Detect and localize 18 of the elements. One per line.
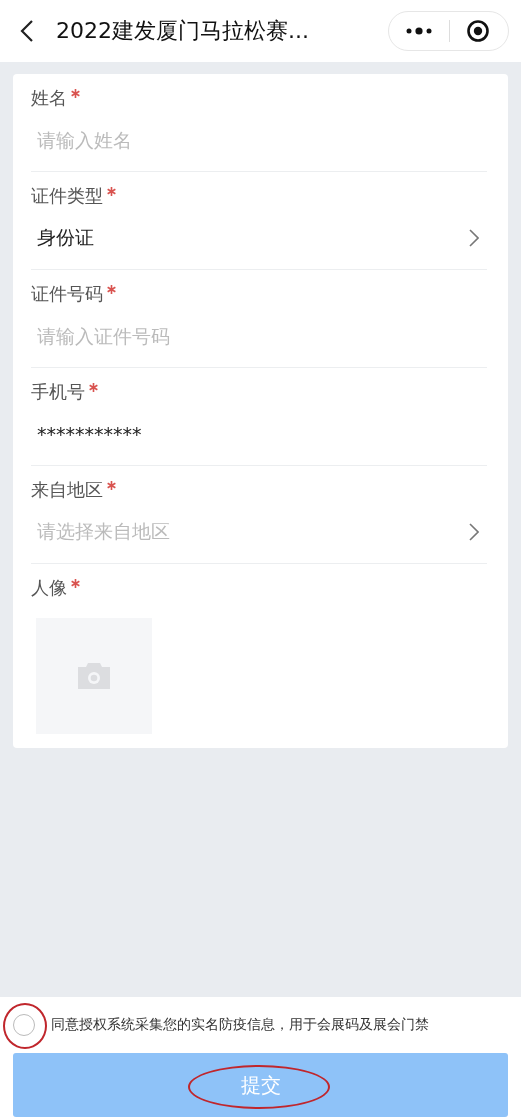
field-label: 手机号 (31, 380, 85, 404)
input-field[interactable]: *********** (37, 414, 477, 454)
back-icon[interactable] (20, 19, 34, 43)
page-title: 2022建发厦门马拉松赛... (56, 17, 310, 45)
chevron-right-icon (469, 523, 479, 541)
consent-text: 同意授权系统采集您的实名防疫信息，用于会展码及展会门禁 (51, 1016, 429, 1034)
input-field[interactable]: 请输入证件号码 (37, 316, 477, 356)
field-label: 姓名 (31, 86, 67, 110)
field-label: 证件号码 (31, 282, 103, 306)
more-icon[interactable] (405, 26, 433, 36)
highlight-ellipse (3, 1003, 47, 1049)
field-label: 来自地区 (31, 478, 103, 502)
select-field[interactable]: 身份证 (37, 218, 487, 258)
camera-icon (78, 663, 110, 689)
chevron-right-icon (469, 229, 479, 247)
field-label: 人像 (31, 576, 67, 600)
field-label: 证件类型 (31, 184, 103, 208)
input-field[interactable]: 请输入姓名 (37, 120, 477, 160)
